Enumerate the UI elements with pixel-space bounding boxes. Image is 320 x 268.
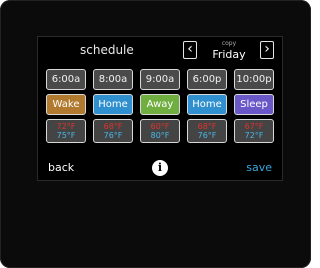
thermostat-screen: schedule ‹ copy Friday › 6:00a 8:00a 9:0…: [37, 36, 283, 181]
cool-setpoint: 76°F: [103, 131, 123, 140]
time-button-sleep[interactable]: 10:00p: [234, 69, 274, 90]
heat-setpoint: 68°F: [103, 122, 123, 131]
info-icon[interactable]: i: [152, 160, 168, 176]
mode-row: Wake Home Away Home Sleep: [46, 94, 278, 115]
selected-day: Friday: [212, 48, 246, 61]
heat-setpoint: 67°F: [244, 122, 264, 131]
temperature-button-home[interactable]: 68°F 76°F: [93, 119, 133, 143]
mode-button-sleep[interactable]: Sleep: [234, 94, 274, 115]
mode-button-home-evening[interactable]: Home: [187, 94, 227, 115]
page-title: schedule: [80, 43, 134, 57]
temperature-button-sleep[interactable]: 67°F 72°F: [234, 119, 274, 143]
back-button[interactable]: back: [48, 161, 74, 174]
temperature-button-home-evening[interactable]: 68°F 76°F: [187, 119, 227, 143]
time-button-home[interactable]: 8:00a: [93, 69, 133, 90]
heat-setpoint: 68°F: [197, 122, 217, 131]
chevron-left-icon: ‹: [187, 41, 193, 57]
thermostat-bezel: schedule ‹ copy Friday › 6:00a 8:00a 9:0…: [0, 0, 311, 268]
temperature-row: 72°F 75°F 68°F 76°F 60°F 80°F 68°F 76°F …: [46, 119, 278, 143]
heat-setpoint: 72°F: [56, 122, 76, 131]
mode-button-away[interactable]: Away: [140, 94, 180, 115]
chevron-right-icon: ›: [264, 41, 270, 57]
cool-setpoint: 80°F: [150, 131, 170, 140]
mode-button-wake[interactable]: Wake: [46, 94, 86, 115]
heat-setpoint: 60°F: [150, 122, 170, 131]
time-button-home-evening[interactable]: 6:00p: [187, 69, 227, 90]
temperature-button-wake[interactable]: 72°F 75°F: [46, 119, 86, 143]
save-button[interactable]: save: [246, 161, 272, 174]
copy-label: copy: [221, 40, 237, 47]
cool-setpoint: 76°F: [197, 131, 217, 140]
temperature-button-away[interactable]: 60°F 80°F: [140, 119, 180, 143]
time-button-wake[interactable]: 6:00a: [46, 69, 86, 90]
time-row: 6:00a 8:00a 9:00a 6:00p 10:00p: [46, 69, 278, 90]
mode-button-home[interactable]: Home: [93, 94, 133, 115]
cool-setpoint: 75°F: [56, 131, 76, 140]
previous-day-button[interactable]: ‹: [183, 41, 197, 59]
time-button-away[interactable]: 9:00a: [140, 69, 180, 90]
next-day-button[interactable]: ›: [260, 41, 274, 59]
cool-setpoint: 72°F: [244, 131, 264, 140]
